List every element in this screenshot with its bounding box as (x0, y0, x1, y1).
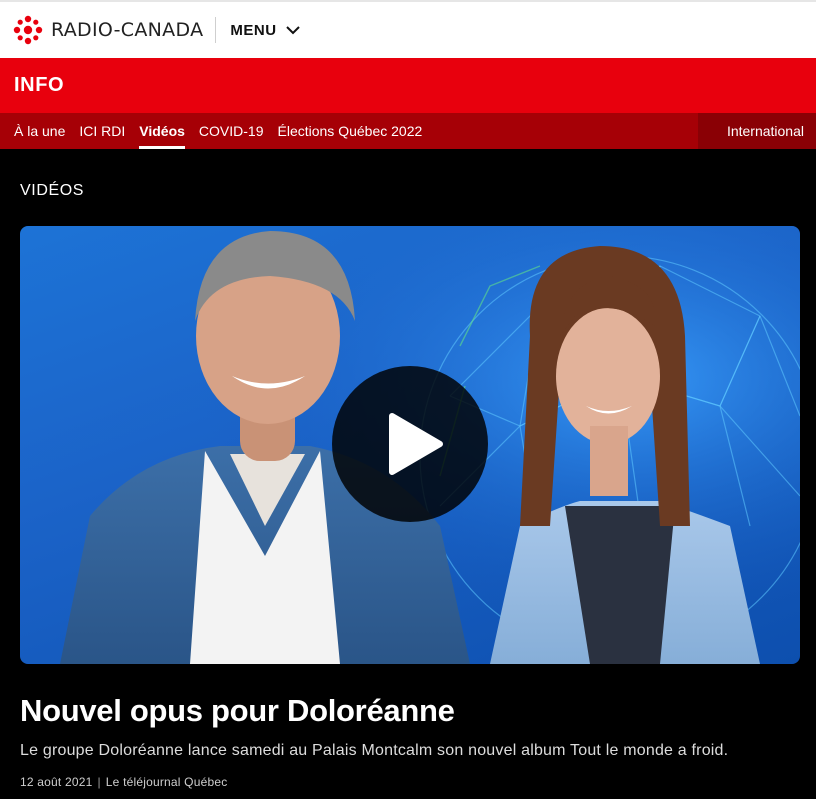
video-headline[interactable]: Nouvel opus pour Doloréanne (20, 693, 455, 729)
nav-item-videos[interactable]: Vidéos (139, 113, 185, 149)
sub-navigation: À la une ICI RDI Vidéos COVID-19 Électio… (0, 113, 816, 149)
meta-separator: | (97, 775, 101, 789)
site-header: RADIO-CANADA MENU (0, 0, 816, 58)
video-meta: 12 août 2021 | Le téléjournal Québec (20, 775, 227, 789)
section-bar: INFO (0, 58, 816, 113)
video-source: Le téléjournal Québec (105, 775, 228, 789)
video-date: 12 août 2021 (20, 775, 93, 789)
video-player-thumbnail[interactable] (20, 226, 800, 664)
play-button[interactable] (332, 366, 488, 522)
gem-logo-icon (13, 15, 43, 45)
page-section-title: VIDÉOS (20, 182, 85, 199)
nav-item-ici-rdi[interactable]: ICI RDI (79, 113, 125, 149)
header-divider (215, 17, 217, 43)
nav-item-a-la-une[interactable]: À la une (14, 113, 65, 149)
brand-wordmark: RADIO-CANADA (51, 19, 204, 41)
video-summary: Le groupe Doloréanne lance samedi au Pal… (20, 742, 729, 759)
nav-item-covid-19[interactable]: COVID-19 (199, 113, 264, 149)
nav-item-international[interactable]: International (698, 113, 816, 149)
nav-item-elections-quebec-2022[interactable]: Élections Québec 2022 (278, 113, 423, 149)
menu-button[interactable]: MENU (230, 21, 300, 39)
radio-canada-logo[interactable]: RADIO-CANADA (13, 15, 203, 45)
play-icon (389, 413, 443, 475)
menu-label: MENU (230, 21, 277, 39)
chevron-down-icon (285, 25, 300, 34)
section-title-info[interactable]: INFO (14, 74, 64, 97)
